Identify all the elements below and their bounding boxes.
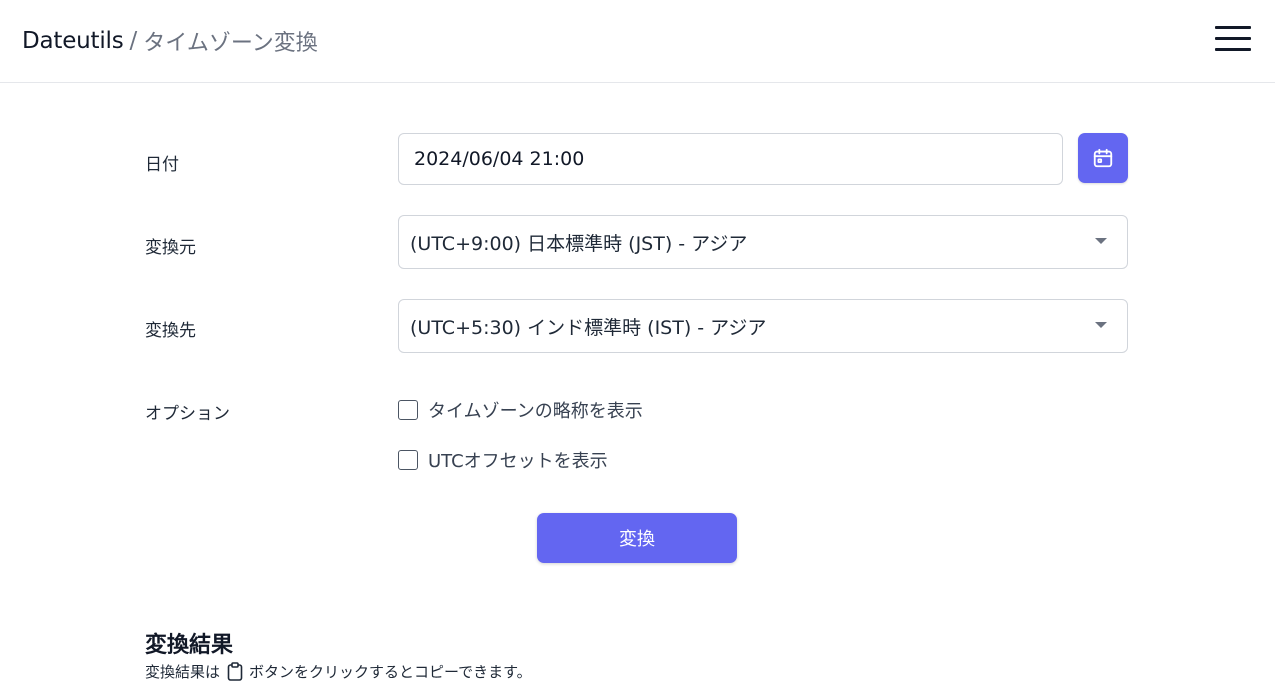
clipboard-icon [227, 662, 243, 681]
from-timezone-value: (UTC+9:00) 日本標準時 (JST) - アジア [410, 232, 748, 255]
utc-offset-option-label: UTCオフセットを表示 [428, 451, 608, 472]
from-label: 変換元 [145, 238, 196, 258]
date-label: 日付 [145, 155, 179, 175]
result-description: 変換結果は ボタンをクリックするとコピーできます。 [145, 661, 532, 682]
to-timezone-value: (UTC+5:30) インド標準時 (IST) - アジア [410, 316, 767, 339]
chevron-down-icon [1095, 322, 1107, 328]
chevron-down-icon [1095, 238, 1107, 244]
date-input[interactable] [398, 133, 1063, 185]
breadcrumb-separator: / [129, 28, 138, 54]
calendar-icon [1093, 148, 1113, 168]
utc-offset-checkbox[interactable] [398, 450, 418, 470]
result-desc-before: 変換結果は [145, 663, 221, 681]
brand-link[interactable]: Dateutils [22, 28, 124, 54]
to-label: 変換先 [145, 321, 196, 341]
calendar-button[interactable] [1078, 133, 1128, 183]
result-heading: 変換結果 [145, 633, 234, 658]
abbreviation-checkbox[interactable] [398, 400, 418, 420]
to-timezone-select[interactable]: (UTC+5:30) インド標準時 (IST) - アジア [398, 299, 1128, 353]
hamburger-menu-icon[interactable] [1215, 26, 1251, 52]
option-show-utc-offset[interactable]: UTCオフセットを表示 [398, 447, 608, 473]
from-timezone-select[interactable]: (UTC+9:00) 日本標準時 (JST) - アジア [398, 215, 1128, 269]
option-show-abbreviation[interactable]: タイムゾーンの略称を表示 [398, 397, 643, 423]
app-header: Dateutils / タイムゾーン変換 [0, 0, 1275, 83]
abbreviation-option-label: タイムゾーンの略称を表示 [428, 401, 643, 422]
page-title: タイムゾーン変換 [143, 31, 318, 56]
options-label: オプション [145, 404, 230, 424]
convert-button[interactable]: 変換 [537, 513, 737, 563]
result-desc-after: ボタンをクリックするとコピーできます。 [249, 663, 532, 681]
